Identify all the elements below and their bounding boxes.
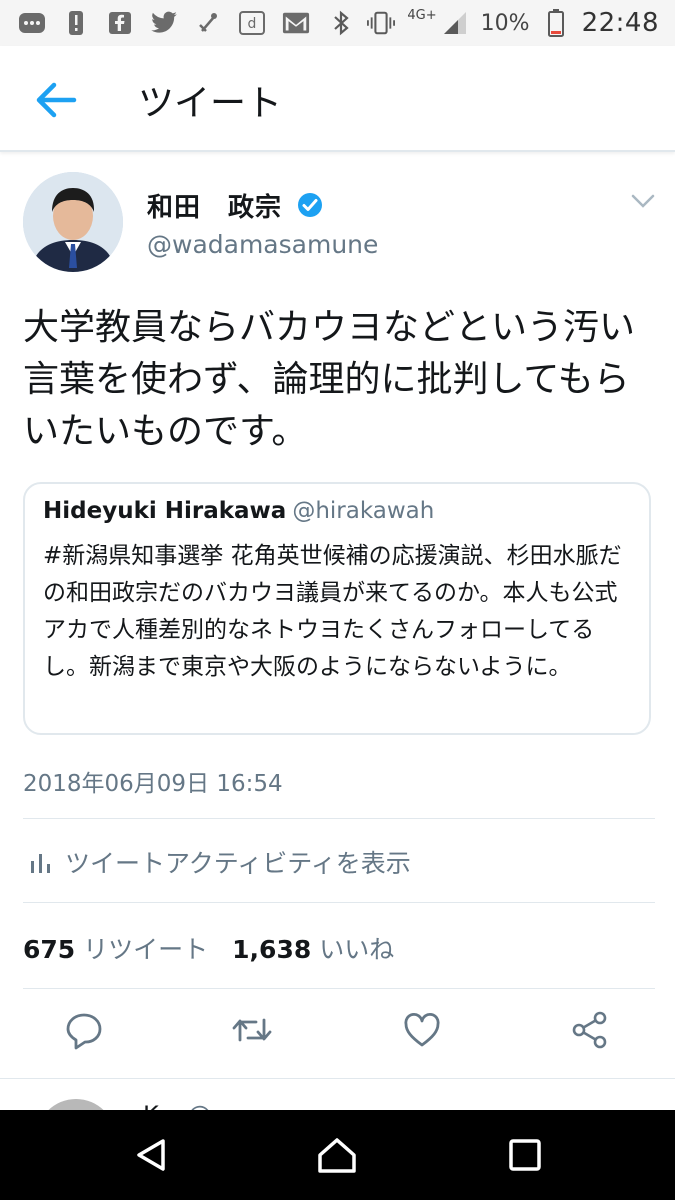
retweet-button[interactable]	[230, 1008, 274, 1052]
quoted-author-name: Hideyuki Hirakawa	[43, 498, 287, 524]
share-button[interactable]	[568, 1008, 612, 1052]
bluetooth-icon	[327, 9, 355, 37]
triangle-back-icon	[137, 1139, 165, 1171]
alert-icon	[62, 9, 90, 37]
nav-home-button[interactable]	[312, 1130, 362, 1180]
music-icon	[194, 9, 222, 37]
activity-label: ツイートアクティビティを表示	[65, 849, 411, 878]
app-header: ツイート	[0, 46, 675, 152]
next-reply-peek[interactable]: K...@...	[0, 1078, 675, 1113]
heart-icon	[404, 1012, 440, 1047]
clock: 22:48	[581, 8, 659, 38]
reply-icon	[66, 1013, 102, 1050]
tweet-activity-link[interactable]: ツイートアクティビティを表示	[23, 846, 411, 878]
retweet-count: 675	[23, 935, 76, 964]
back-button[interactable]	[34, 80, 78, 120]
system-nav-bar	[0, 1110, 675, 1200]
tweet-menu-button[interactable]	[630, 192, 656, 210]
square-recents-icon	[509, 1139, 541, 1171]
tweet-timestamp: 2018年06月09日 16:54	[23, 771, 283, 797]
quoted-author-handle: @hirakawah	[292, 498, 435, 524]
retweet-label: リツイート	[83, 935, 209, 964]
bar-chart-icon	[31, 854, 50, 873]
battery-percent: 10%	[480, 10, 530, 36]
author-handle[interactable]: @wadamasamune	[147, 230, 378, 259]
tweet-text: 大学教員ならバカウヨなどという汚い言葉を使わず、論理的に批判してもらいたいもので…	[23, 307, 636, 452]
network-type: 4G+	[407, 7, 437, 23]
signal-icon	[441, 9, 469, 37]
back-arrow-icon	[36, 82, 77, 118]
like-button[interactable]	[400, 1008, 444, 1052]
facebook-icon	[106, 9, 134, 37]
divider	[23, 818, 655, 819]
author-avatar[interactable]	[23, 172, 123, 272]
divider	[23, 988, 655, 989]
home-icon	[318, 1138, 356, 1173]
quoted-tweet-text: #新潟県知事選挙 花角英世候補の応援演説、杉田水脈だの和田政宗だのバカウヨ議員が…	[43, 543, 622, 680]
gmail-icon	[282, 9, 310, 37]
battery-icon	[542, 9, 570, 37]
like-count: 1,638	[232, 935, 312, 964]
vibrate-icon	[367, 9, 396, 37]
tweet-actions	[0, 1008, 675, 1056]
twitter-icon	[150, 9, 178, 37]
divider	[23, 902, 655, 903]
verified-badge-icon	[297, 192, 323, 218]
retweet-icon	[232, 1018, 272, 1042]
like-label: いいね	[319, 935, 395, 964]
quoted-tweet[interactable]: Hideyuki Hirakawa @hirakawah #新潟県知事選挙 花角英…	[23, 482, 651, 735]
nav-recents-button[interactable]	[500, 1130, 550, 1180]
svg-text:d: d	[248, 16, 257, 32]
notification-dot-icon	[18, 9, 46, 37]
chevron-down-icon	[631, 194, 655, 208]
share-icon	[572, 1011, 607, 1049]
reply-button[interactable]	[62, 1008, 106, 1052]
retweet-stat[interactable]: 675 リツイート	[23, 930, 220, 966]
d-app-icon: d	[238, 9, 266, 37]
page-title: ツイート	[138, 83, 283, 124]
nav-back-button[interactable]	[126, 1130, 176, 1180]
status-bar: d 4G+ 10% 22:48	[0, 0, 675, 46]
like-stat[interactable]: 1,638 いいね	[232, 930, 406, 966]
tweet-stats: 675 リツイート 1,638 いいね	[23, 930, 406, 966]
quoted-tweet-header: Hideyuki Hirakawa @hirakawah	[43, 498, 434, 524]
author-name[interactable]: 和田 政宗	[147, 187, 282, 224]
